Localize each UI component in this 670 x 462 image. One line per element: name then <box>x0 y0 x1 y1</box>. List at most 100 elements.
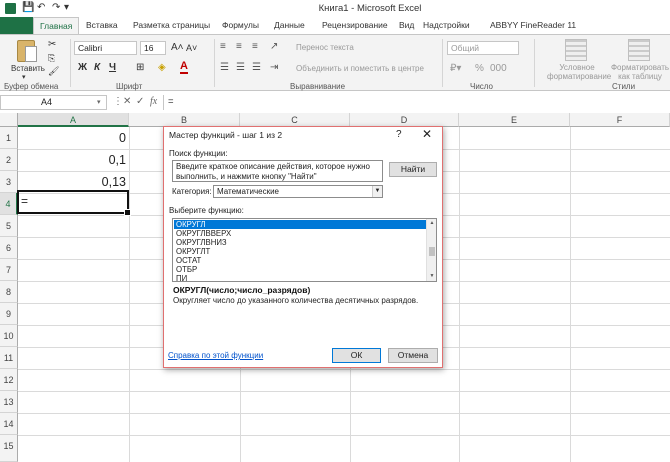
confirm-entry-icon[interactable]: ✓ <box>136 96 144 107</box>
format-as-table-button[interactable]: Форматировать как таблицу <box>610 63 670 81</box>
thousands-icon[interactable]: 000 <box>490 63 507 74</box>
font-name-select[interactable]: Calibri <box>74 41 137 55</box>
row-header[interactable]: 7 <box>0 259 18 281</box>
align-center-icon[interactable]: ☰ <box>236 62 245 73</box>
row-header[interactable]: 1 <box>0 127 18 149</box>
conditional-format-button[interactable]: Условное форматирование <box>547 63 611 81</box>
search-label: Поиск функции: <box>169 149 228 158</box>
paste-button[interactable]: Вставить <box>11 64 45 73</box>
conditional-format-icon[interactable] <box>565 39 587 61</box>
list-item[interactable]: ОТБР <box>174 265 427 274</box>
font-size-select[interactable]: 16 <box>140 41 166 55</box>
scroll-thumb[interactable] <box>429 247 435 256</box>
row-header[interactable]: 9 <box>0 303 18 325</box>
select-all-corner[interactable] <box>0 113 18 127</box>
cancel-entry-icon[interactable]: ✕ <box>123 96 131 107</box>
tab-home[interactable]: Главная <box>33 17 80 35</box>
shrink-font-icon[interactable]: A˅ <box>186 43 197 53</box>
currency-icon[interactable]: ₽▾ <box>450 63 461 74</box>
column-header-a[interactable]: A <box>18 113 129 127</box>
grow-font-icon[interactable]: A˄ <box>171 42 184 53</box>
align-right-icon[interactable]: ☰ <box>252 62 261 73</box>
list-item[interactable]: ПИ <box>174 274 427 281</box>
active-cell-a4[interactable]: = <box>17 190 131 216</box>
row-header[interactable]: 10 <box>0 325 18 347</box>
paste-dropdown-icon[interactable]: ▾ <box>22 73 26 81</box>
format-painter-icon[interactable]: 🖌 <box>48 66 59 77</box>
underline-button[interactable]: Ч <box>109 62 116 73</box>
name-box-dropdown-icon[interactable]: ▾ <box>97 98 101 106</box>
column-header-b[interactable]: B <box>129 113 240 127</box>
row-header[interactable]: 14 <box>0 413 18 435</box>
number-format-select[interactable]: Общий <box>447 41 519 55</box>
align-middle-icon[interactable]: ≡ <box>236 41 242 52</box>
list-item[interactable]: ОКРУГЛВВЕРХ <box>174 229 427 238</box>
list-item[interactable]: ОСТАТ <box>174 256 427 265</box>
tab-insert[interactable]: Вставка <box>86 20 118 30</box>
cell-a2[interactable]: 0,1 <box>20 153 126 167</box>
name-box[interactable]: A4 <box>0 95 107 110</box>
column-header-f[interactable]: F <box>570 113 670 127</box>
bold-button[interactable]: Ж <box>78 62 87 73</box>
scroll-down-icon[interactable]: ▼ <box>427 272 436 281</box>
category-select[interactable]: Математические ▼ <box>213 185 383 198</box>
copy-icon[interactable]: ⎘ <box>48 53 55 64</box>
function-help-link[interactable]: Справка по этой функции <box>168 351 263 360</box>
row-header[interactable]: 6 <box>0 237 18 259</box>
search-input[interactable]: Введите краткое описание действия, котор… <box>172 160 383 182</box>
row-header[interactable]: 8 <box>0 281 18 303</box>
row-header[interactable]: 13 <box>0 391 18 413</box>
row-header[interactable]: 12 <box>0 369 18 391</box>
function-list-scrollbar[interactable]: ▲ ▼ <box>426 219 436 281</box>
cell-a3[interactable]: 0,13 <box>20 175 126 189</box>
scroll-up-icon[interactable]: ▲ <box>427 219 436 228</box>
tab-addins[interactable]: Надстройки <box>423 20 470 30</box>
align-left-icon[interactable]: ☰ <box>220 62 229 73</box>
chevron-down-icon[interactable]: ▼ <box>372 186 382 197</box>
merge-center-button[interactable]: Объединить и поместить в центре <box>296 64 424 73</box>
align-top-icon[interactable]: ≡ <box>220 41 226 52</box>
orientation-icon[interactable]: ↗ <box>270 41 278 52</box>
row-header[interactable]: 11 <box>0 347 18 369</box>
borders-icon[interactable]: ⊞ <box>136 62 144 73</box>
list-item-selected[interactable]: ОКРУГЛ <box>174 220 427 229</box>
align-bottom-icon[interactable]: ≡ <box>252 41 258 52</box>
column-header-d[interactable]: D <box>350 113 459 127</box>
tab-abbyy[interactable]: ABBYY FineReader 11 <box>490 20 576 30</box>
tab-formulas[interactable]: Формулы <box>222 20 259 30</box>
clipboard-group-label: Буфер обмена <box>4 82 59 91</box>
cancel-button[interactable]: Отмена <box>388 348 438 363</box>
find-button[interactable]: Найти <box>389 162 437 177</box>
tab-view[interactable]: Вид <box>399 20 414 30</box>
insert-function-icon[interactable]: fx <box>150 96 157 107</box>
row-header[interactable]: 15 <box>0 435 18 462</box>
help-icon[interactable]: ? <box>396 129 402 140</box>
italic-button[interactable]: К <box>94 62 100 73</box>
row-header[interactable]: 3 <box>0 171 18 193</box>
cut-icon[interactable]: ✂ <box>48 39 56 50</box>
format-as-table-icon[interactable] <box>628 39 650 61</box>
formula-bar-options-icon[interactable]: ⋮ <box>113 96 123 107</box>
file-menu-button[interactable] <box>0 17 33 34</box>
percent-icon[interactable]: % <box>475 63 484 74</box>
paste-icon[interactable] <box>17 40 37 62</box>
close-icon[interactable]: ✕ <box>422 127 432 141</box>
font-color-icon[interactable]: A <box>180 61 188 74</box>
indent-icon[interactable]: ⇥ <box>270 62 278 73</box>
tab-review[interactable]: Рецензирование <box>322 20 388 30</box>
row-header[interactable]: 4 <box>0 193 18 215</box>
row-header[interactable]: 5 <box>0 215 18 237</box>
row-header[interactable]: 2 <box>0 149 18 171</box>
column-header-e[interactable]: E <box>459 113 570 127</box>
fill-color-icon[interactable]: ◈ <box>158 62 166 73</box>
cell-a1[interactable]: 0 <box>20 131 126 145</box>
function-list[interactable]: ОКРУГЛ ОКРУГЛВВЕРХ ОКРУГЛВНИЗ ОКРУГЛТ ОС… <box>172 218 437 282</box>
tab-data[interactable]: Данные <box>274 20 305 30</box>
column-header-c[interactable]: C <box>240 113 350 127</box>
wrap-text-button[interactable]: Перенос текста <box>296 43 354 52</box>
list-item[interactable]: ОКРУГЛТ <box>174 247 427 256</box>
list-item[interactable]: ОКРУГЛВНИЗ <box>174 238 427 247</box>
formula-input[interactable]: = <box>163 95 670 110</box>
ok-button[interactable]: ОК <box>332 348 381 363</box>
tab-page-layout[interactable]: Разметка страницы <box>133 20 210 30</box>
